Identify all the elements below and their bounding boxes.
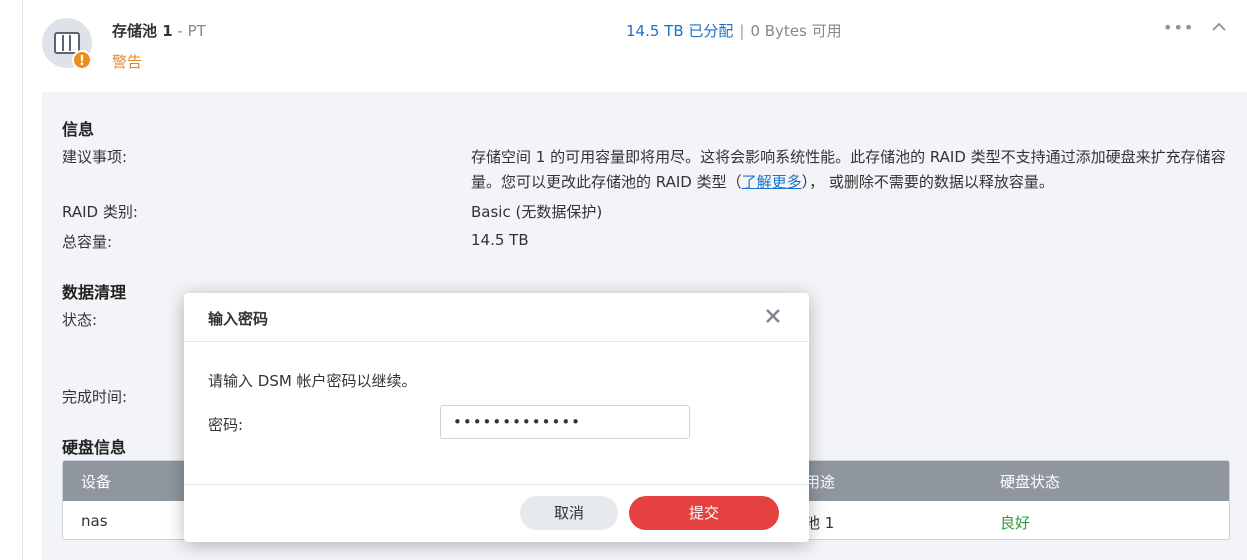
scrub-status-label: 状态:: [62, 311, 98, 329]
column-health[interactable]: 硬盘状态: [1000, 471, 1060, 492]
row-health: 良好: [1000, 514, 1031, 532]
scrub-section-title: 数据清理: [62, 283, 127, 302]
row-usage: 池 1: [805, 514, 835, 532]
suggestion-text-part2: ）， 或删除不需要的数据以释放容量。: [801, 173, 1054, 191]
suggestion-label: 建议事项:: [62, 148, 128, 166]
more-options-icon[interactable]: •••: [1163, 18, 1194, 37]
submit-button[interactable]: 提交: [629, 496, 779, 530]
row-device: nas: [81, 512, 108, 530]
column-device[interactable]: 设备: [81, 471, 111, 492]
dialog-message: 请输入 DSM 帐户密码以继续。: [208, 372, 417, 390]
warning-badge-icon: !: [72, 50, 92, 70]
total-capacity-value: 14.5 TB: [471, 231, 529, 249]
info-section-title: 信息: [62, 120, 95, 139]
capacity-separator: |: [739, 22, 745, 40]
capacity-summary: 14.5 TB 已分配 | 0 Bytes 可用: [626, 20, 842, 41]
pool-status: 警告: [112, 53, 143, 71]
column-usage[interactable]: 用途: [805, 471, 835, 492]
allocated-capacity: 14.5 TB 已分配: [626, 22, 734, 40]
scrub-finish-label: 完成时间:: [62, 388, 128, 406]
raid-type-value: Basic (无数据保护): [471, 203, 603, 221]
panel-left-border: [22, 0, 23, 560]
password-label: 密码:: [208, 416, 244, 434]
pool-name: 存储池 1: [112, 22, 173, 40]
dialog-header-divider: [184, 341, 809, 342]
password-input[interactable]: [440, 405, 690, 439]
cancel-button[interactable]: 取消: [520, 496, 618, 530]
total-capacity-label: 总容量:: [62, 233, 113, 251]
pool-title: 存储池 1 - PT: [112, 20, 206, 41]
learn-more-link[interactable]: 了解更多: [742, 173, 802, 191]
chevron-up-icon[interactable]: [1210, 18, 1228, 36]
pool-subtitle: - PT: [177, 22, 206, 40]
close-icon[interactable]: [764, 307, 782, 325]
suggestion-text: 存储空间 1 的可用容量即将用尽。这将会影响系统性能。此存储池的 RAID 类型…: [471, 145, 1236, 195]
available-capacity: 0 Bytes 可用: [750, 22, 842, 40]
password-dialog: 输入密码 请输入 DSM 帐户密码以继续。 密码: 取消 提交: [184, 293, 809, 542]
raid-type-label: RAID 类别:: [62, 203, 138, 221]
dialog-title: 输入密码: [208, 310, 269, 328]
dialog-footer-divider: [184, 484, 809, 485]
disk-section-title: 硬盘信息: [62, 438, 127, 457]
